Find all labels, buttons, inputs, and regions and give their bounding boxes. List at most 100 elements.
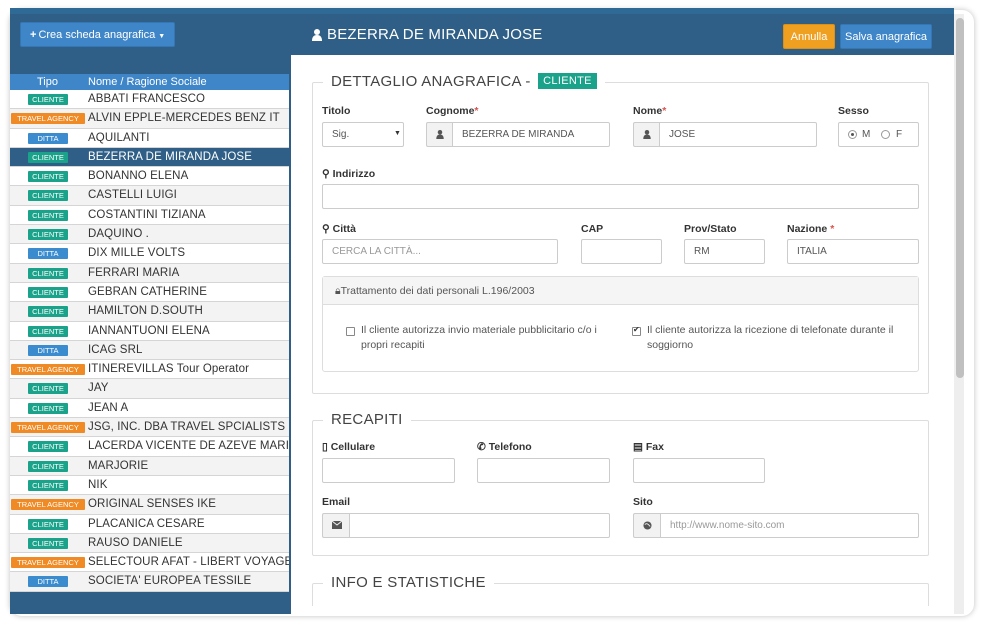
table-row[interactable]: CLIENTE GEBRAN CATHERINE	[10, 282, 290, 303]
save-button[interactable]: Salva anagrafica	[840, 24, 932, 49]
record-form: DETTAGLIO ANAGRAFICA - CLIENTE Titolo Si…	[291, 55, 954, 606]
sesso-m-radio[interactable]	[848, 130, 857, 139]
telefono-input[interactable]	[477, 458, 610, 483]
scrollbar-thumb[interactable]	[956, 18, 964, 378]
nazione-input[interactable]: ITALIA	[787, 239, 919, 264]
cap-input[interactable]	[581, 239, 662, 264]
row-name: SELECTOUR AFAT - LIBERT VOYAGES	[88, 556, 290, 569]
scrollbar[interactable]	[954, 14, 964, 614]
type-badge: CLIENTE	[28, 190, 68, 202]
type-badge: CLIENTE	[28, 518, 68, 530]
table-row[interactable]: DITTA AQUILANTI	[10, 128, 290, 148]
nome-input[interactable]: JOSE	[659, 122, 817, 147]
telefono-label-text: Telefono	[488, 441, 532, 453]
titolo-label: Titolo	[322, 105, 351, 117]
info-legend: INFO E STATISTICHE	[323, 574, 494, 591]
sidebar: + Crea scheda anagrafica ▼ Tipo Nome / Ra…	[10, 14, 290, 614]
table-row[interactable]: CLIENTE BEZERRA DE MIRANDA JOSE	[10, 147, 290, 168]
table-row[interactable]: TRAVEL AGENCY JSG, INC. DBA TRAVEL SPCIAL…	[10, 418, 290, 438]
cellulare-input[interactable]	[322, 458, 455, 483]
row-name: AQUILANTI	[88, 131, 150, 144]
row-name: COSTANTINI TIZIANA	[88, 208, 206, 221]
table-row[interactable]: CLIENTE NIK	[10, 475, 290, 496]
table-row[interactable]: CLIENTE COSTANTINI TIZIANA	[10, 205, 290, 226]
consent-advertising-checkbox[interactable]	[346, 327, 355, 336]
row-name: ALVIN EPPLE-MERCEDES BENZ IT	[88, 112, 280, 125]
row-name: SOCIETA' EUROPEA TESSILE	[88, 575, 252, 588]
citta-input[interactable]: CERCA LA CITTÀ...	[322, 239, 558, 264]
consent-phone-checkbox[interactable]	[632, 325, 641, 336]
table-row[interactable]: TRAVEL AGENCY ORIGINAL SENSES IKE	[10, 495, 290, 515]
table-row[interactable]: CLIENTE HAMILTON D.SOUTH	[10, 302, 290, 322]
cognome-addon	[426, 122, 453, 147]
required-mark: *	[830, 223, 835, 235]
table-row[interactable]: TRAVEL AGENCY ALVIN EPPLE-MERCEDES BENZ I…	[10, 109, 290, 129]
type-badge: TRAVEL AGENCY	[11, 499, 85, 511]
cellulare-label: ▯ Cellulare	[322, 441, 375, 453]
indirizzo-input[interactable]	[322, 184, 919, 209]
sito-label: Sito	[633, 496, 653, 508]
records-list: CLIENTE ABBATI FRANCESCO TRAVEL AGENCY ALVI…	[10, 90, 290, 592]
type-badge: CLIENTE	[28, 209, 68, 221]
row-name: IANNANTUONI ELENA	[88, 324, 210, 337]
phone-icon: ✆	[477, 441, 486, 453]
row-name: ITINEREVILLAS Tour Operator	[88, 363, 249, 376]
table-row[interactable]: DITTA DIX MILLE VOLTS	[10, 244, 290, 264]
cognome-input[interactable]: BEZERRA DE MIRANDA	[452, 122, 610, 147]
table-row[interactable]: CLIENTE JAY	[10, 379, 290, 399]
contacts-legend: RECAPITI	[323, 411, 411, 428]
table-row[interactable]: CLIENTE IANNANTUONI ELENA	[10, 321, 290, 341]
type-badge: DITTA	[28, 576, 68, 588]
titolo-select[interactable]: Sig.	[322, 122, 404, 147]
table-row[interactable]: DITTA SOCIETA' EUROPEA TESSILE	[10, 572, 290, 592]
required-mark: *	[474, 105, 479, 117]
row-name: JEAN A	[88, 401, 129, 414]
table-row[interactable]: CLIENTE PLACANICA CESARE	[10, 514, 290, 534]
table-row[interactable]: CLIENTE MARJORIE	[10, 456, 290, 476]
user-icon	[643, 130, 651, 139]
sesso-label: Sesso	[838, 105, 869, 117]
cognome-label: Cognome*	[426, 105, 479, 117]
privacy-header: 🔒︎Trattamento dei dati personali L.196/2…	[323, 277, 918, 305]
col-nome[interactable]: Nome / Ragione Sociale	[88, 74, 207, 90]
privacy-panel: 🔒︎Trattamento dei dati personali L.196/2…	[322, 276, 919, 372]
col-tipo[interactable]: Tipo	[37, 74, 58, 90]
cancel-button[interactable]: Annulla	[783, 24, 835, 49]
row-name: JAY	[88, 382, 109, 395]
new-record-button[interactable]: + Crea scheda anagrafica ▼	[20, 22, 176, 47]
table-row[interactable]: DITTA ICAG SRL	[10, 340, 290, 361]
type-badge: DITTA	[28, 132, 68, 144]
privacy-title: Trattamento dei dati personali L.196/200…	[340, 285, 535, 297]
caret-down-icon: ▼	[158, 33, 166, 40]
sito-input[interactable]: http://www.nome-sito.com	[660, 513, 919, 538]
row-name: JSG, INC. DBA TRAVEL SPCIALISTS	[88, 421, 286, 434]
row-name: PLACANICA CESARE	[88, 517, 205, 530]
table-row[interactable]: CLIENTE JEAN A	[10, 398, 290, 419]
table-row[interactable]: CLIENTE CASTELLI LUIGI	[10, 186, 290, 206]
fax-input[interactable]	[633, 458, 765, 483]
contacts-section: RECAPITI ▯ Cellulare ✆ Telefono ▤ Fax Em…	[312, 411, 929, 556]
table-row[interactable]: TRAVEL AGENCY SELECTOUR AFAT - LIBERT VOY…	[10, 553, 290, 573]
table-row[interactable]: CLIENTE ABBATI FRANCESCO	[10, 90, 290, 110]
table-row[interactable]: CLIENTE LACERDA VICENTE DE AZEVE MARIA	[10, 437, 290, 457]
table-row[interactable]: CLIENTE FERRARI MARIA	[10, 263, 290, 283]
type-badge: CLIENTE	[28, 306, 68, 318]
sesso-f-radio[interactable]	[881, 130, 890, 139]
table-row[interactable]: TRAVEL AGENCY ITINEREVILLAS Tour Operator	[10, 360, 290, 380]
new-record-label: Crea scheda anagrafica	[38, 29, 156, 41]
email-input[interactable]	[349, 513, 610, 538]
table-row[interactable]: CLIENTE RAUSO DANIELE	[10, 533, 290, 554]
type-badge: DITTA	[28, 344, 68, 356]
sito-addon	[633, 513, 660, 538]
table-row[interactable]: CLIENTE BONANNO ELENA	[10, 167, 290, 187]
type-badge: CLIENTE	[28, 171, 68, 183]
type-badge: TRAVEL AGENCY	[11, 113, 85, 125]
table-row[interactable]: CLIENTE DAQUINO .	[10, 225, 290, 245]
type-badge: TRAVEL AGENCY	[11, 364, 85, 376]
record-title: BEZERRA DE MIRANDA JOSE	[327, 26, 543, 43]
row-name: HAMILTON D.SOUTH	[88, 305, 203, 318]
prov-input[interactable]: RM	[684, 239, 765, 264]
type-tag: CLIENTE	[538, 73, 597, 89]
plus-icon: +	[30, 29, 37, 41]
email-addon	[322, 513, 349, 538]
